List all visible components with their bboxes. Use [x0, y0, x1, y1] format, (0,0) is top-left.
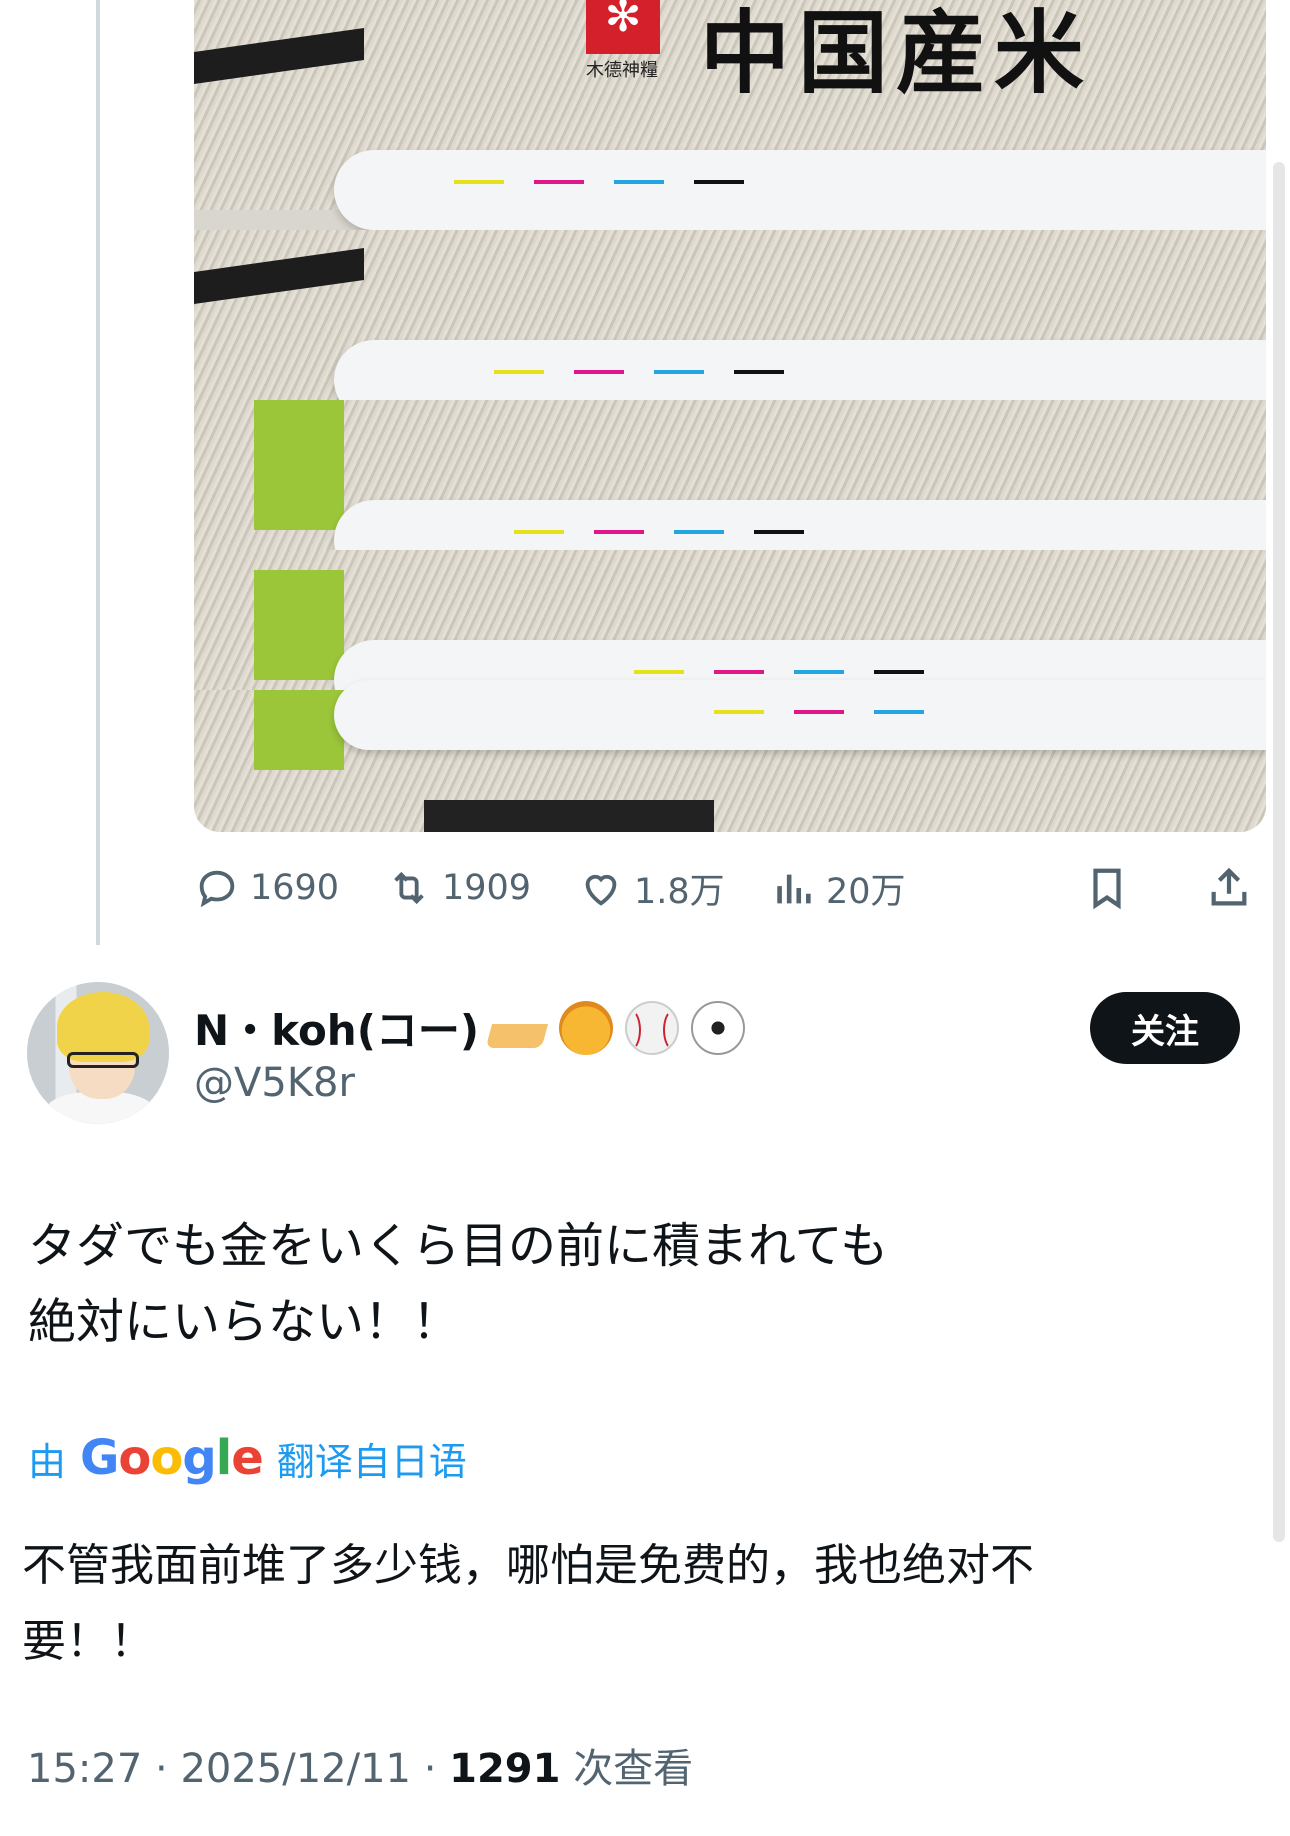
- brand-logo-icon: ✻: [586, 0, 660, 54]
- thread-line: [96, 0, 100, 945]
- display-name[interactable]: N・koh(コー): [194, 997, 746, 1058]
- rice-bag: [194, 550, 1266, 720]
- package-title: 中国産米: [700, 0, 1092, 106]
- repost-icon: [394, 871, 424, 905]
- translate-suffix: 翻译自日语: [276, 1439, 467, 1484]
- tweet-action-bar: 1690 1909 1.8万 20万: [194, 858, 1266, 918]
- reply-button[interactable]: 1690: [194, 858, 339, 918]
- cake-emoji-icon: [485, 1007, 553, 1048]
- share-button[interactable]: [1206, 858, 1262, 918]
- tweet-photo[interactable]: ✻ 木德神糧 中国産米: [194, 0, 1266, 832]
- price-tag: [424, 800, 714, 832]
- reply-icon: [199, 870, 235, 908]
- bookmark-icon: [1093, 868, 1121, 910]
- view-label: 次查看: [573, 1746, 694, 1792]
- translation-attribution[interactable]: 由 Google 翻译自日语: [28, 1430, 467, 1486]
- avatar[interactable]: [27, 982, 169, 1124]
- tweet-text: タダでも金をいくら目の前に積まれても 絶対にいらない！！: [28, 1218, 889, 1350]
- translate-prefix: 由: [28, 1439, 67, 1484]
- tweet-time[interactable]: 15:27: [27, 1746, 142, 1792]
- reply-count: 1690: [250, 868, 340, 908]
- views-chart-icon: [777, 874, 811, 904]
- display-name-text: N・koh(コー): [194, 1006, 480, 1055]
- tweet-date[interactable]: 2025/12/11: [180, 1746, 411, 1792]
- google-logo-icon: Google: [80, 1430, 264, 1486]
- rice-bag: [194, 400, 1266, 580]
- view-count: 1291: [449, 1746, 561, 1792]
- views-count: 20万: [826, 871, 906, 912]
- soccer-ball-emoji-icon: [691, 1000, 746, 1055]
- follow-button[interactable]: 关注: [1090, 992, 1240, 1064]
- heart-icon: [585, 874, 617, 906]
- tiger-emoji-icon: [559, 1000, 614, 1055]
- brand-name: 木德神糧: [586, 60, 658, 81]
- like-count: 1.8万: [634, 871, 725, 912]
- user-handle[interactable]: @V5K8r: [194, 1060, 355, 1106]
- translated-text: 不管我面前堆了多少钱，哪怕是免费的，我也绝对不 要！！: [22, 1540, 1034, 1667]
- repost-button[interactable]: 1909: [386, 858, 531, 918]
- like-button[interactable]: 1.8万: [578, 858, 725, 918]
- scrollbar[interactable]: [1273, 162, 1285, 1542]
- bookmark-button[interactable]: [1084, 858, 1140, 918]
- tweet-meta: 15:27 · 2025/12/11 · 1291 次查看: [27, 1746, 694, 1792]
- views-button[interactable]: 20万: [770, 858, 906, 918]
- rice-bag: ✻ 木德神糧 中国産米: [194, 0, 1266, 230]
- rice-bag: [194, 230, 1266, 420]
- share-icon: [1211, 867, 1247, 906]
- baseball-emoji-icon: [625, 1000, 680, 1055]
- repost-count: 1909: [442, 868, 532, 908]
- rice-bag: [194, 680, 1266, 832]
